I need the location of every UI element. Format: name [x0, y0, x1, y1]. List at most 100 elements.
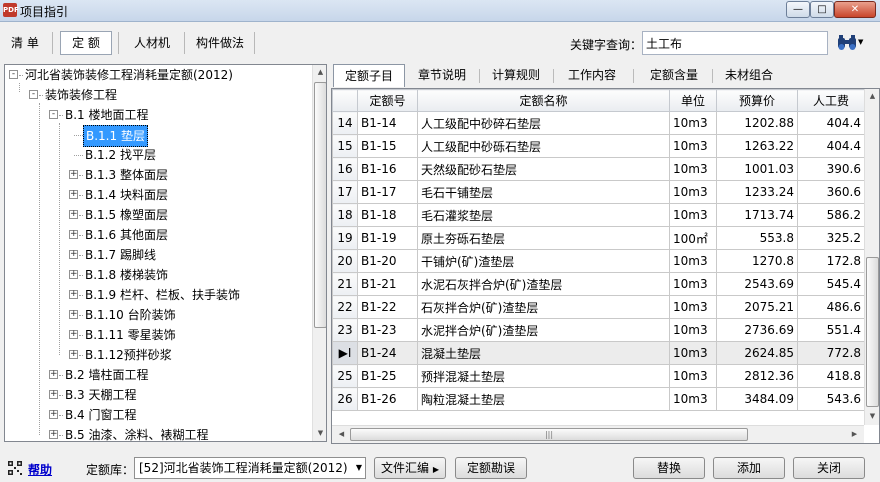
table-row[interactable]: 20 B1-20 干铺炉(矿)渣垫层 10m3 1270.8 172.8 [332, 249, 865, 273]
scroll-right-icon[interactable]: ▶ [847, 427, 862, 442]
help-link[interactable]: 帮助 [28, 461, 52, 478]
quota-errata-button[interactable]: 定额勘误 [455, 457, 527, 479]
tab-quota-items[interactable]: 定额子目 [333, 64, 405, 87]
column-header-code[interactable]: 定额号 [357, 89, 418, 112]
grid-body: 14 B1-14 人工级配中砂碎石垫层 10m3 1202.88 404.4 15 B1-15… [332, 111, 865, 411]
tree-node[interactable]: + B.1.3 整体面层 [5, 165, 311, 185]
tab-component-method[interactable]: 构件做法 [189, 31, 251, 55]
grid-hscroll-thumb[interactable]: ||| [350, 428, 748, 441]
tree-node-label: 装饰装修工程 [45, 88, 118, 102]
expand-icon[interactable]: + [69, 310, 78, 319]
tree-node[interactable]: + B.1.7 踢脚线 [5, 245, 311, 265]
expand-icon[interactable]: + [69, 210, 78, 219]
scroll-up-icon[interactable]: ▲ [313, 65, 326, 80]
scroll-up-icon[interactable]: ▲ [865, 89, 879, 104]
tree-node[interactable]: B.1.2 找平层 [5, 145, 311, 165]
expand-icon[interactable]: + [49, 430, 58, 439]
collapse-icon[interactable]: - [9, 70, 18, 79]
expand-icon[interactable]: + [49, 390, 58, 399]
collapse-icon[interactable]: - [49, 110, 58, 119]
tab-calc-rules[interactable]: 计算规则 [486, 64, 546, 87]
tree-node[interactable]: - 装饰装修工程 [5, 85, 311, 105]
tab-quota[interactable]: 定 额 [60, 31, 112, 55]
tree-node[interactable]: - B.1 楼地面工程 [5, 105, 311, 125]
grid-horizontal-scrollbar[interactable]: ◀ ||| ▶ [332, 425, 864, 443]
close-button[interactable]: 关闭 [793, 457, 865, 479]
column-header-unit[interactable]: 单位 [669, 89, 717, 112]
close-window-button[interactable]: ✕ [834, 1, 876, 18]
table-row[interactable]: 23 B1-23 水泥拌合炉(矿)渣垫层 10m3 2736.69 551.4 [332, 318, 865, 342]
tree-node[interactable]: + B.3 天棚工程 [5, 385, 311, 405]
expand-icon[interactable]: + [49, 410, 58, 419]
tree-node[interactable]: B.1.1 垫层 [5, 125, 311, 147]
cell-price: 2075.21 [716, 295, 798, 319]
table-row[interactable]: 25 B1-25 预拌混凝土垫层 10m3 2812.36 418.8 [332, 364, 865, 388]
binoculars-search-icon[interactable] [836, 32, 858, 54]
replace-button[interactable]: 替换 [633, 457, 705, 479]
tree-node[interactable]: + B.1.8 楼梯装饰 [5, 265, 311, 285]
column-header-labor[interactable]: 人工费 [797, 89, 865, 112]
expand-icon[interactable]: + [69, 330, 78, 339]
tab-bill[interactable]: 清 单 [4, 31, 46, 55]
expand-icon[interactable]: + [69, 250, 78, 259]
scroll-down-icon[interactable]: ▼ [865, 409, 879, 424]
grid-vertical-scrollbar[interactable]: ▲ ▼ [864, 89, 879, 425]
cell-price: 1263.22 [716, 134, 798, 158]
chevron-right-icon: ▶ [432, 465, 439, 474]
grid-vscroll-thumb[interactable] [866, 257, 879, 407]
tree-node[interactable]: + B.4 门窗工程 [5, 405, 311, 425]
tree-node[interactable]: + B.1.4 块料面层 [5, 185, 311, 205]
tree-node[interactable]: + B.1.6 其他面层 [5, 225, 311, 245]
column-header-index [332, 89, 358, 112]
table-row[interactable]: 21 B1-21 水泥石灰拌合炉(矿)渣垫层 10m3 2543.69 545.4 [332, 272, 865, 296]
table-row[interactable]: ▶I B1-24 混凝土垫层 10m3 2624.85 772.8 [332, 341, 865, 365]
tree-node[interactable]: + B.1.11 零星装饰 [5, 325, 311, 345]
expand-icon[interactable]: + [69, 270, 78, 279]
tree-node[interactable]: + B.1.5 橡塑面层 [5, 205, 311, 225]
expand-icon[interactable]: + [69, 350, 78, 359]
keyword-search-input[interactable] [642, 31, 828, 55]
quota-library-select[interactable]: [52]河北省装饰工程消耗量定额(2012) ▼ [134, 457, 366, 479]
expand-icon[interactable]: + [69, 170, 78, 179]
tab-material-combo[interactable]: 未材组合 [719, 64, 779, 87]
add-button[interactable]: 添加 [713, 457, 785, 479]
tab-chapter-notes[interactable]: 章节说明 [411, 64, 473, 87]
maximize-button[interactable]: □ [810, 1, 834, 18]
expand-icon[interactable]: + [49, 370, 58, 379]
table-row[interactable]: 16 B1-16 天然级配砂石垫层 10m3 1001.03 390.6 [332, 157, 865, 181]
expand-icon[interactable]: + [69, 230, 78, 239]
table-row[interactable]: 26 B1-26 陶粒混凝土垫层 10m3 3484.09 543.6 [332, 387, 865, 411]
cell-price: 2812.36 [716, 364, 798, 388]
column-header-name[interactable]: 定额名称 [417, 89, 670, 112]
tree-node[interactable]: + B.1.10 台阶装饰 [5, 305, 311, 325]
expand-icon[interactable]: + [69, 290, 78, 299]
table-row[interactable]: 18 B1-18 毛石灌浆垫层 10m3 1713.74 586.2 [332, 203, 865, 227]
tree-node[interactable]: + B.5 油漆、涂料、裱糊工程 [5, 425, 311, 441]
cell-name: 天然级配砂石垫层 [417, 157, 670, 181]
tree-vertical-scrollbar[interactable]: ▲ ▼ [312, 65, 326, 441]
scroll-left-icon[interactable]: ◀ [334, 427, 349, 442]
tree-node[interactable]: + B.2 墙柱面工程 [5, 365, 311, 385]
tree-node-label: B.2 墙柱面工程 [65, 368, 149, 382]
table-row[interactable]: 17 B1-17 毛石干铺垫层 10m3 1233.24 360.6 [332, 180, 865, 204]
tree-scroll-thumb[interactable] [314, 82, 326, 328]
table-row[interactable]: 22 B1-22 石灰拌合炉(矿)渣垫层 10m3 2075.21 486.6 [332, 295, 865, 319]
tab-work-content[interactable]: 工作内容 [561, 64, 623, 87]
expand-icon[interactable]: + [69, 190, 78, 199]
table-row[interactable]: 19 B1-19 原土夯砾石垫层 100㎡ 553.8 325.2 [332, 226, 865, 250]
minimize-button[interactable]: — [786, 1, 810, 18]
collapse-icon[interactable]: - [29, 90, 38, 99]
tab-quota-content[interactable]: 定额含量 [643, 64, 705, 87]
tree-node[interactable]: - 河北省装饰装修工程消耗量定额(2012) [5, 65, 311, 85]
tree-node[interactable]: + B.1.12预拌砂浆 [5, 345, 311, 365]
column-header-price[interactable]: 预算价 [716, 89, 798, 112]
tree-node[interactable]: + B.1.9 栏杆、栏板、扶手装饰 [5, 285, 311, 305]
search-dropdown-icon[interactable]: ▼ [858, 38, 863, 46]
table-row[interactable]: 14 B1-14 人工级配中砂碎石垫层 10m3 1202.88 404.4 [332, 111, 865, 135]
scroll-down-icon[interactable]: ▼ [313, 426, 326, 441]
cell-name: 预拌混凝土垫层 [417, 364, 670, 388]
table-row[interactable]: 15 B1-15 人工级配中砂砾石垫层 10m3 1263.22 404.4 [332, 134, 865, 158]
tab-labor-material[interactable]: 人材机 [127, 31, 177, 55]
library-selected-value: [52]河北省装饰工程消耗量定额(2012) [139, 461, 348, 475]
file-compile-button[interactable]: 文件汇编 ▶ [374, 457, 446, 479]
